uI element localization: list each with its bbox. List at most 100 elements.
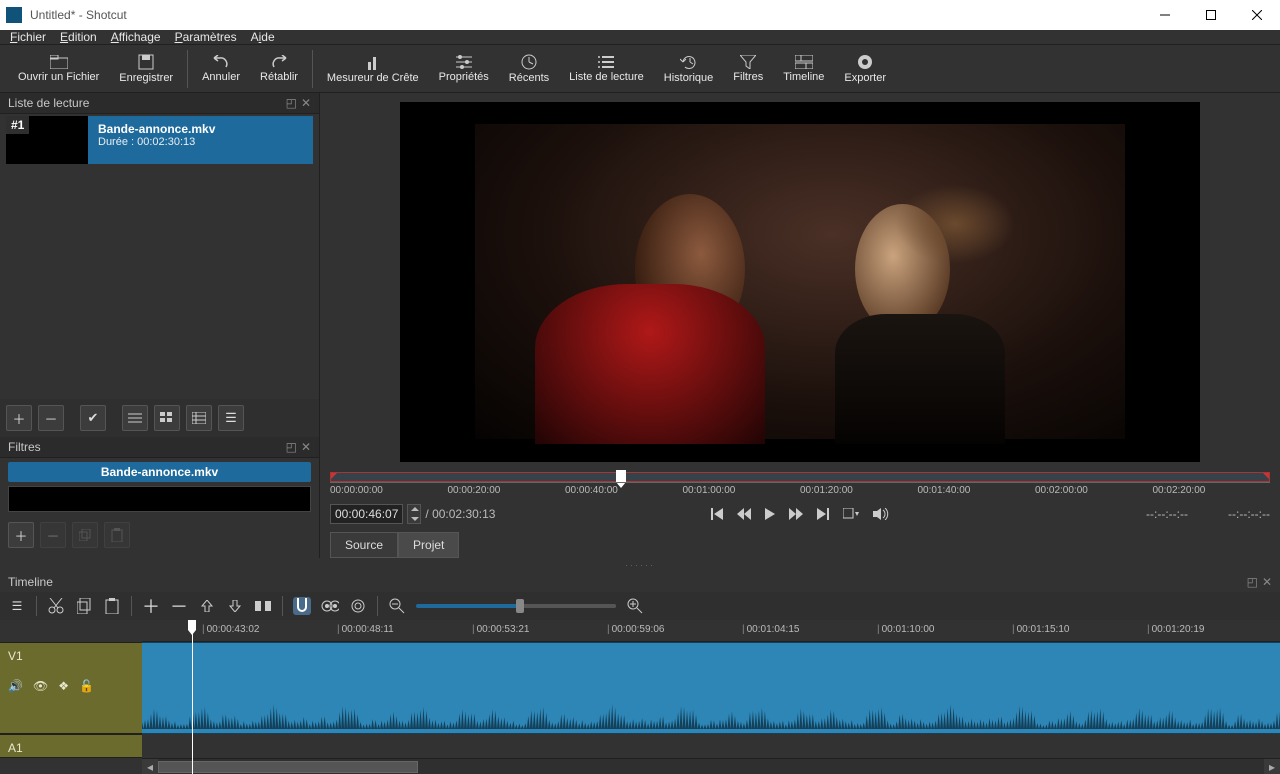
- rewind-button[interactable]: [737, 508, 751, 520]
- scroll-left-button[interactable]: ◂: [142, 759, 158, 774]
- tab-source[interactable]: Source: [330, 532, 398, 558]
- timeline-scrollbar[interactable]: ◂ ▸: [142, 758, 1280, 774]
- filter-copy-button[interactable]: [72, 522, 98, 548]
- append-button[interactable]: ＋: [142, 597, 160, 615]
- fast-forward-button[interactable]: [789, 508, 803, 520]
- playlist-update-button[interactable]: ✔: [80, 405, 106, 431]
- split-button[interactable]: [254, 597, 272, 615]
- timeline-close-icon[interactable]: ✕: [1262, 575, 1272, 589]
- filters-header: Filtres ◰ ✕: [0, 437, 319, 458]
- remove-button[interactable]: －: [170, 597, 188, 615]
- filters-undock-icon[interactable]: ◰: [286, 440, 297, 454]
- minimize-button[interactable]: [1142, 0, 1188, 30]
- track-mute-icon[interactable]: 🔊: [8, 679, 23, 693]
- recent-button[interactable]: Récents: [499, 47, 559, 91]
- redo-button[interactable]: Rétablir: [250, 47, 308, 91]
- undo-button[interactable]: Annuler: [192, 47, 250, 91]
- playlist-add-button[interactable]: ＋: [6, 405, 32, 431]
- filters-clip-name: Bande-annonce.mkv: [8, 462, 311, 482]
- history-button[interactable]: Historique: [654, 47, 724, 91]
- timeline-ruler-tick: 00:00:53:21: [472, 624, 529, 635]
- playlist-remove-button[interactable]: －: [38, 405, 64, 431]
- cut-button[interactable]: [47, 597, 65, 615]
- timeline-playhead[interactable]: [192, 620, 193, 774]
- ruler-tick: 00:00:40:00: [565, 485, 618, 496]
- playlist-undock-icon[interactable]: ◰: [286, 96, 297, 110]
- play-button[interactable]: [765, 508, 775, 520]
- timeline-menu-button[interactable]: ☰: [8, 597, 26, 615]
- skip-prev-button[interactable]: [711, 508, 723, 520]
- filters-close-icon[interactable]: ✕: [301, 440, 311, 454]
- menu-edit[interactable]: Edition: [60, 30, 97, 44]
- snap-button[interactable]: [293, 597, 311, 615]
- tab-project[interactable]: Projet: [398, 532, 459, 558]
- window-title: Untitled* - Shotcut: [30, 8, 127, 22]
- timeline-header: Timeline ◰✕: [0, 572, 1280, 592]
- paste-button[interactable]: [103, 597, 121, 615]
- lift-button[interactable]: [198, 597, 216, 615]
- zoom-out-button[interactable]: [388, 597, 406, 615]
- timeline-button[interactable]: Timeline: [773, 47, 834, 91]
- preview-area[interactable]: [320, 93, 1280, 470]
- filter-add-button[interactable]: ＋: [8, 522, 34, 548]
- playlist-title: Liste de lecture: [8, 96, 89, 110]
- menu-view[interactable]: Affichage: [111, 30, 161, 44]
- maximize-button[interactable]: [1188, 0, 1234, 30]
- zoom-menu-button[interactable]: [843, 508, 859, 520]
- properties-button[interactable]: Propriétés: [429, 47, 499, 91]
- zoom-slider[interactable]: [416, 604, 616, 608]
- menu-help[interactable]: Aide: [251, 30, 275, 44]
- filters-button[interactable]: Filtres: [723, 47, 773, 91]
- timecode-spinner[interactable]: [407, 504, 421, 524]
- playlist-menu-button[interactable]: ☰: [218, 405, 244, 431]
- open-file-button[interactable]: Ouvrir un Fichier: [8, 47, 109, 91]
- menubar: Fichier Edition Affichage Paramètres Aid…: [0, 30, 1280, 45]
- filters-title: Filtres: [8, 440, 41, 454]
- filter-remove-button[interactable]: －: [40, 522, 66, 548]
- timeline-undock-icon[interactable]: ◰: [1247, 575, 1258, 589]
- zoom-in-button[interactable]: [626, 597, 644, 615]
- playlist-button[interactable]: Liste de lecture: [559, 47, 654, 91]
- playlist-item[interactable]: #1 Bande-annonce.mkv Durée : 00:02:30:13: [6, 116, 313, 164]
- track-lock-icon[interactable]: 🔓: [79, 679, 94, 693]
- playlist-view-icons-button[interactable]: [186, 405, 212, 431]
- menu-file[interactable]: Fichier: [10, 30, 46, 44]
- track-composite-icon[interactable]: ❖: [58, 679, 69, 693]
- scrub-button[interactable]: [321, 597, 339, 615]
- playlist-close-icon[interactable]: ✕: [301, 96, 311, 110]
- filters-list[interactable]: [8, 486, 311, 512]
- track-header-a1[interactable]: A1: [0, 734, 142, 758]
- export-button[interactable]: Exporter: [834, 47, 896, 91]
- playlist-header: Liste de lecture ◰ ✕: [0, 93, 319, 114]
- ruler-tick: 00:01:00:00: [683, 485, 736, 496]
- timeline-ruler[interactable]: 00:00:43:0200:00:48:1100:00:53:2100:00:5…: [142, 620, 1280, 642]
- close-button[interactable]: [1234, 0, 1280, 30]
- timeline-ruler-tick: 00:01:04:15: [742, 624, 799, 635]
- skip-next-button[interactable]: [817, 508, 829, 520]
- timeline-ruler-tick: 00:01:15:10: [1012, 624, 1069, 635]
- timeline-clip[interactable]: [142, 643, 1280, 733]
- playhead-icon[interactable]: [616, 470, 626, 482]
- copy-button[interactable]: [75, 597, 93, 615]
- save-button[interactable]: Enregistrer: [109, 47, 183, 91]
- track-lane-v1[interactable]: [142, 642, 1280, 734]
- timeline-ruler-tick: 00:00:48:11: [337, 624, 394, 635]
- ripple-button[interactable]: [349, 597, 367, 615]
- player-scrubber[interactable]: 00:00:00:0000:00:20:0000:00:40:0000:01:0…: [330, 470, 1270, 500]
- playlist-item-duration: Durée : 00:02:30:13: [98, 136, 215, 148]
- splitter-handle[interactable]: ······: [0, 558, 1280, 572]
- playlist-view-list-button[interactable]: [122, 405, 148, 431]
- track-hide-icon[interactable]: 👁: [33, 679, 48, 693]
- overwrite-button[interactable]: [226, 597, 244, 615]
- current-timecode[interactable]: 00:00:46:07: [330, 504, 403, 524]
- waveform-icon: [142, 699, 1280, 729]
- menu-settings[interactable]: Paramètres: [175, 30, 237, 44]
- playlist-view-tiles-button[interactable]: [154, 405, 180, 431]
- playlist-body[interactable]: #1 Bande-annonce.mkv Durée : 00:02:30:13: [0, 114, 319, 399]
- peak-meter-button[interactable]: Mesureur de Crête: [317, 47, 429, 91]
- track-header-v1[interactable]: V1 🔊 👁 ❖ 🔓: [0, 642, 142, 734]
- timeline-ruler-tick: 00:01:20:19: [1147, 624, 1204, 635]
- volume-button[interactable]: [873, 508, 889, 520]
- filter-paste-button[interactable]: [104, 522, 130, 548]
- scroll-right-button[interactable]: ▸: [1264, 759, 1280, 774]
